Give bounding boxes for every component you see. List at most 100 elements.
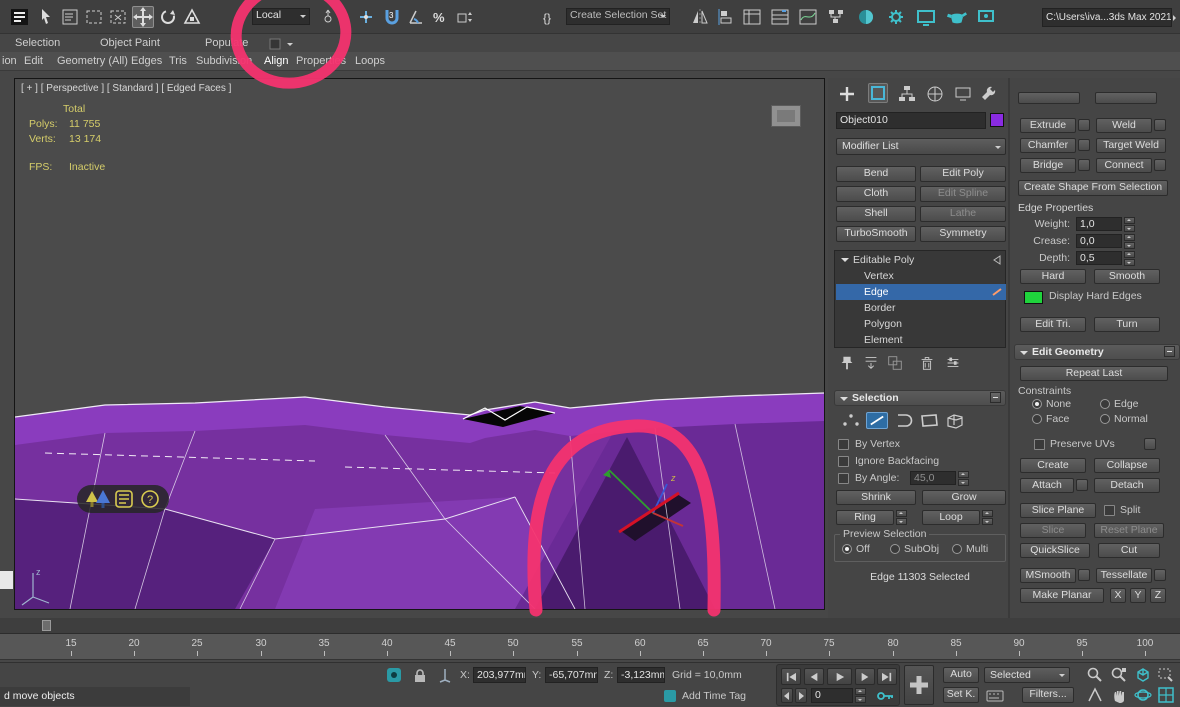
preserve-uvs-settings-button[interactable] xyxy=(1144,438,1156,450)
slice-plane-button[interactable]: Slice Plane xyxy=(1020,503,1096,518)
frame-back-button[interactable] xyxy=(781,688,793,703)
clipped-button-left[interactable] xyxy=(1018,92,1080,104)
modify-tab-icon[interactable] xyxy=(868,83,888,103)
spinner-snap-icon[interactable] xyxy=(454,7,474,27)
window-crossing-icon[interactable] xyxy=(108,7,128,27)
modifier-list-dropdown[interactable]: Modifier List xyxy=(836,138,1006,155)
ribbon-panel-loops[interactable]: Loops xyxy=(355,52,385,70)
chevron-down-icon[interactable] xyxy=(287,43,293,49)
loop-spinner[interactable] xyxy=(982,510,993,525)
select-and-manipulate-icon[interactable] xyxy=(356,7,376,27)
ribbon-panel-edit[interactable]: Edit xyxy=(24,52,43,70)
viewport-label-menu[interactable]: [ + ] [ Perspective ] [ Standard ] [ Edg… xyxy=(21,83,231,94)
constraint-normal-radio[interactable] xyxy=(1100,414,1110,424)
motion-tab-icon[interactable] xyxy=(926,85,944,103)
stack-item-border[interactable]: Border xyxy=(836,300,1006,316)
help-icon[interactable]: ? xyxy=(141,490,159,508)
stack-item-edge[interactable]: Edge xyxy=(836,284,1006,300)
weld-button[interactable]: Weld xyxy=(1096,118,1152,133)
weight-spinner[interactable] xyxy=(1124,217,1135,232)
attach-button[interactable]: Attach xyxy=(1020,478,1074,493)
constraint-face-radio[interactable] xyxy=(1032,414,1042,424)
layer-explorer-icon[interactable] xyxy=(742,7,762,27)
planar-x-button[interactable]: X xyxy=(1110,588,1126,603)
expand-triangle-icon[interactable] xyxy=(841,258,849,262)
ribbon-panel-tris[interactable]: Tris xyxy=(169,52,187,70)
connect-button[interactable]: Connect xyxy=(1096,158,1152,173)
angle-snap-icon[interactable] xyxy=(406,7,426,27)
hard-button[interactable]: Hard xyxy=(1020,269,1086,284)
use-pivot-point-icon[interactable] xyxy=(318,7,338,27)
by-angle-spinner[interactable] xyxy=(958,471,969,486)
edit-tri-button[interactable]: Edit Tri. xyxy=(1020,317,1086,332)
render-setup-icon[interactable] xyxy=(886,7,906,27)
ribbon-panel-subdivision[interactable]: Subdivision xyxy=(196,52,252,70)
select-object-icon[interactable] xyxy=(36,7,56,27)
viewport[interactable]: z z [ + ] [ Perspective ] [ Standard ] [… xyxy=(14,78,825,610)
time-slider-handle[interactable] xyxy=(42,620,51,631)
preview-off-radio[interactable] xyxy=(842,544,852,554)
chamfer-button[interactable]: Chamfer xyxy=(1020,138,1076,153)
grow-button[interactable]: Grow xyxy=(922,490,1006,505)
reference-coordinate-dropdown[interactable]: Local xyxy=(252,8,310,25)
key-filter-dropdown[interactable]: Selected xyxy=(984,667,1070,683)
extrude-settings-button[interactable] xyxy=(1078,119,1090,131)
constraint-edge-radio[interactable] xyxy=(1100,399,1110,409)
orbit-icon[interactable] xyxy=(1134,686,1152,704)
frame-spinner[interactable] xyxy=(855,688,866,703)
by-vertex-checkbox[interactable] xyxy=(838,439,849,450)
pin-stack-icon[interactable] xyxy=(838,354,856,372)
vertex-subobject-icon[interactable] xyxy=(840,412,862,429)
edit-named-selection-sets-icon[interactable]: {} xyxy=(540,7,560,27)
hard-edge-color-swatch[interactable] xyxy=(1024,291,1043,304)
rollout-pin-icon[interactable] xyxy=(1164,346,1175,357)
percent-snap-icon[interactable]: % xyxy=(430,7,450,27)
toolbar-overflow-icon[interactable] xyxy=(1173,15,1179,21)
field-of-view-icon[interactable] xyxy=(1086,686,1104,704)
chamfer-settings-button[interactable] xyxy=(1078,139,1090,151)
target-weld-button[interactable]: Target Weld xyxy=(1096,138,1166,153)
selection-lock-icon[interactable] xyxy=(412,667,428,683)
stack-item-polygon[interactable]: Polygon xyxy=(836,316,1006,332)
element-subobject-icon[interactable] xyxy=(944,412,966,429)
crease-spinner[interactable] xyxy=(1124,234,1135,249)
isolate-selection-icon[interactable] xyxy=(386,667,402,683)
pin-stack-flag-icon[interactable] xyxy=(992,255,1002,265)
display-tab-icon[interactable] xyxy=(954,85,972,103)
render-iterative-icon[interactable] xyxy=(976,7,996,27)
select-and-move-icon[interactable] xyxy=(132,6,154,28)
next-frame-button[interactable] xyxy=(855,668,875,685)
modifier-button-shell[interactable]: Shell xyxy=(836,206,916,222)
depth-field[interactable]: 0,5 xyxy=(1076,251,1122,265)
create-shape-button[interactable]: Create Shape From Selection xyxy=(1018,180,1168,196)
msmooth-button[interactable]: MSmooth xyxy=(1020,568,1076,583)
maximize-viewport-icon[interactable] xyxy=(1157,686,1175,704)
y-coord-field[interactable]: -65,707mm xyxy=(545,667,598,683)
ribbon-tab-object-paint[interactable]: Object Paint xyxy=(100,34,160,52)
current-frame-field[interactable]: 0 xyxy=(811,688,853,703)
x-coord-field[interactable]: 203,977mm xyxy=(473,667,526,683)
turn-button[interactable]: Turn xyxy=(1094,317,1160,332)
cut-button[interactable]: Cut xyxy=(1098,543,1160,558)
viewcube-placeholder[interactable] xyxy=(771,105,801,127)
key-filters-button[interactable]: Filters... xyxy=(1022,687,1074,703)
align-icon[interactable] xyxy=(716,7,736,27)
key-icon[interactable] xyxy=(877,689,895,703)
planar-y-button[interactable]: Y xyxy=(1130,588,1146,603)
set-key-button[interactable]: Set K. xyxy=(943,687,979,703)
extrude-button[interactable]: Extrude xyxy=(1020,118,1076,133)
go-to-start-button[interactable] xyxy=(781,668,801,685)
weld-settings-button[interactable] xyxy=(1154,119,1166,131)
set-keys-button[interactable] xyxy=(904,665,934,705)
edit-geometry-rollout-header[interactable]: Edit Geometry xyxy=(1014,344,1180,360)
vegetation-icon[interactable] xyxy=(85,490,110,509)
select-and-scale-icon[interactable] xyxy=(182,7,202,27)
transform-type-in-icon[interactable] xyxy=(437,667,453,683)
repeat-last-button[interactable]: Repeat Last xyxy=(1020,366,1168,381)
loop-button[interactable]: Loop xyxy=(922,510,980,525)
preserve-uvs-checkbox[interactable] xyxy=(1034,439,1045,450)
make-unique-icon[interactable] xyxy=(886,354,904,372)
ribbon-minimize-icon[interactable] xyxy=(268,37,282,51)
create-tab-icon[interactable] xyxy=(838,85,856,103)
mirror-icon[interactable] xyxy=(690,7,710,27)
